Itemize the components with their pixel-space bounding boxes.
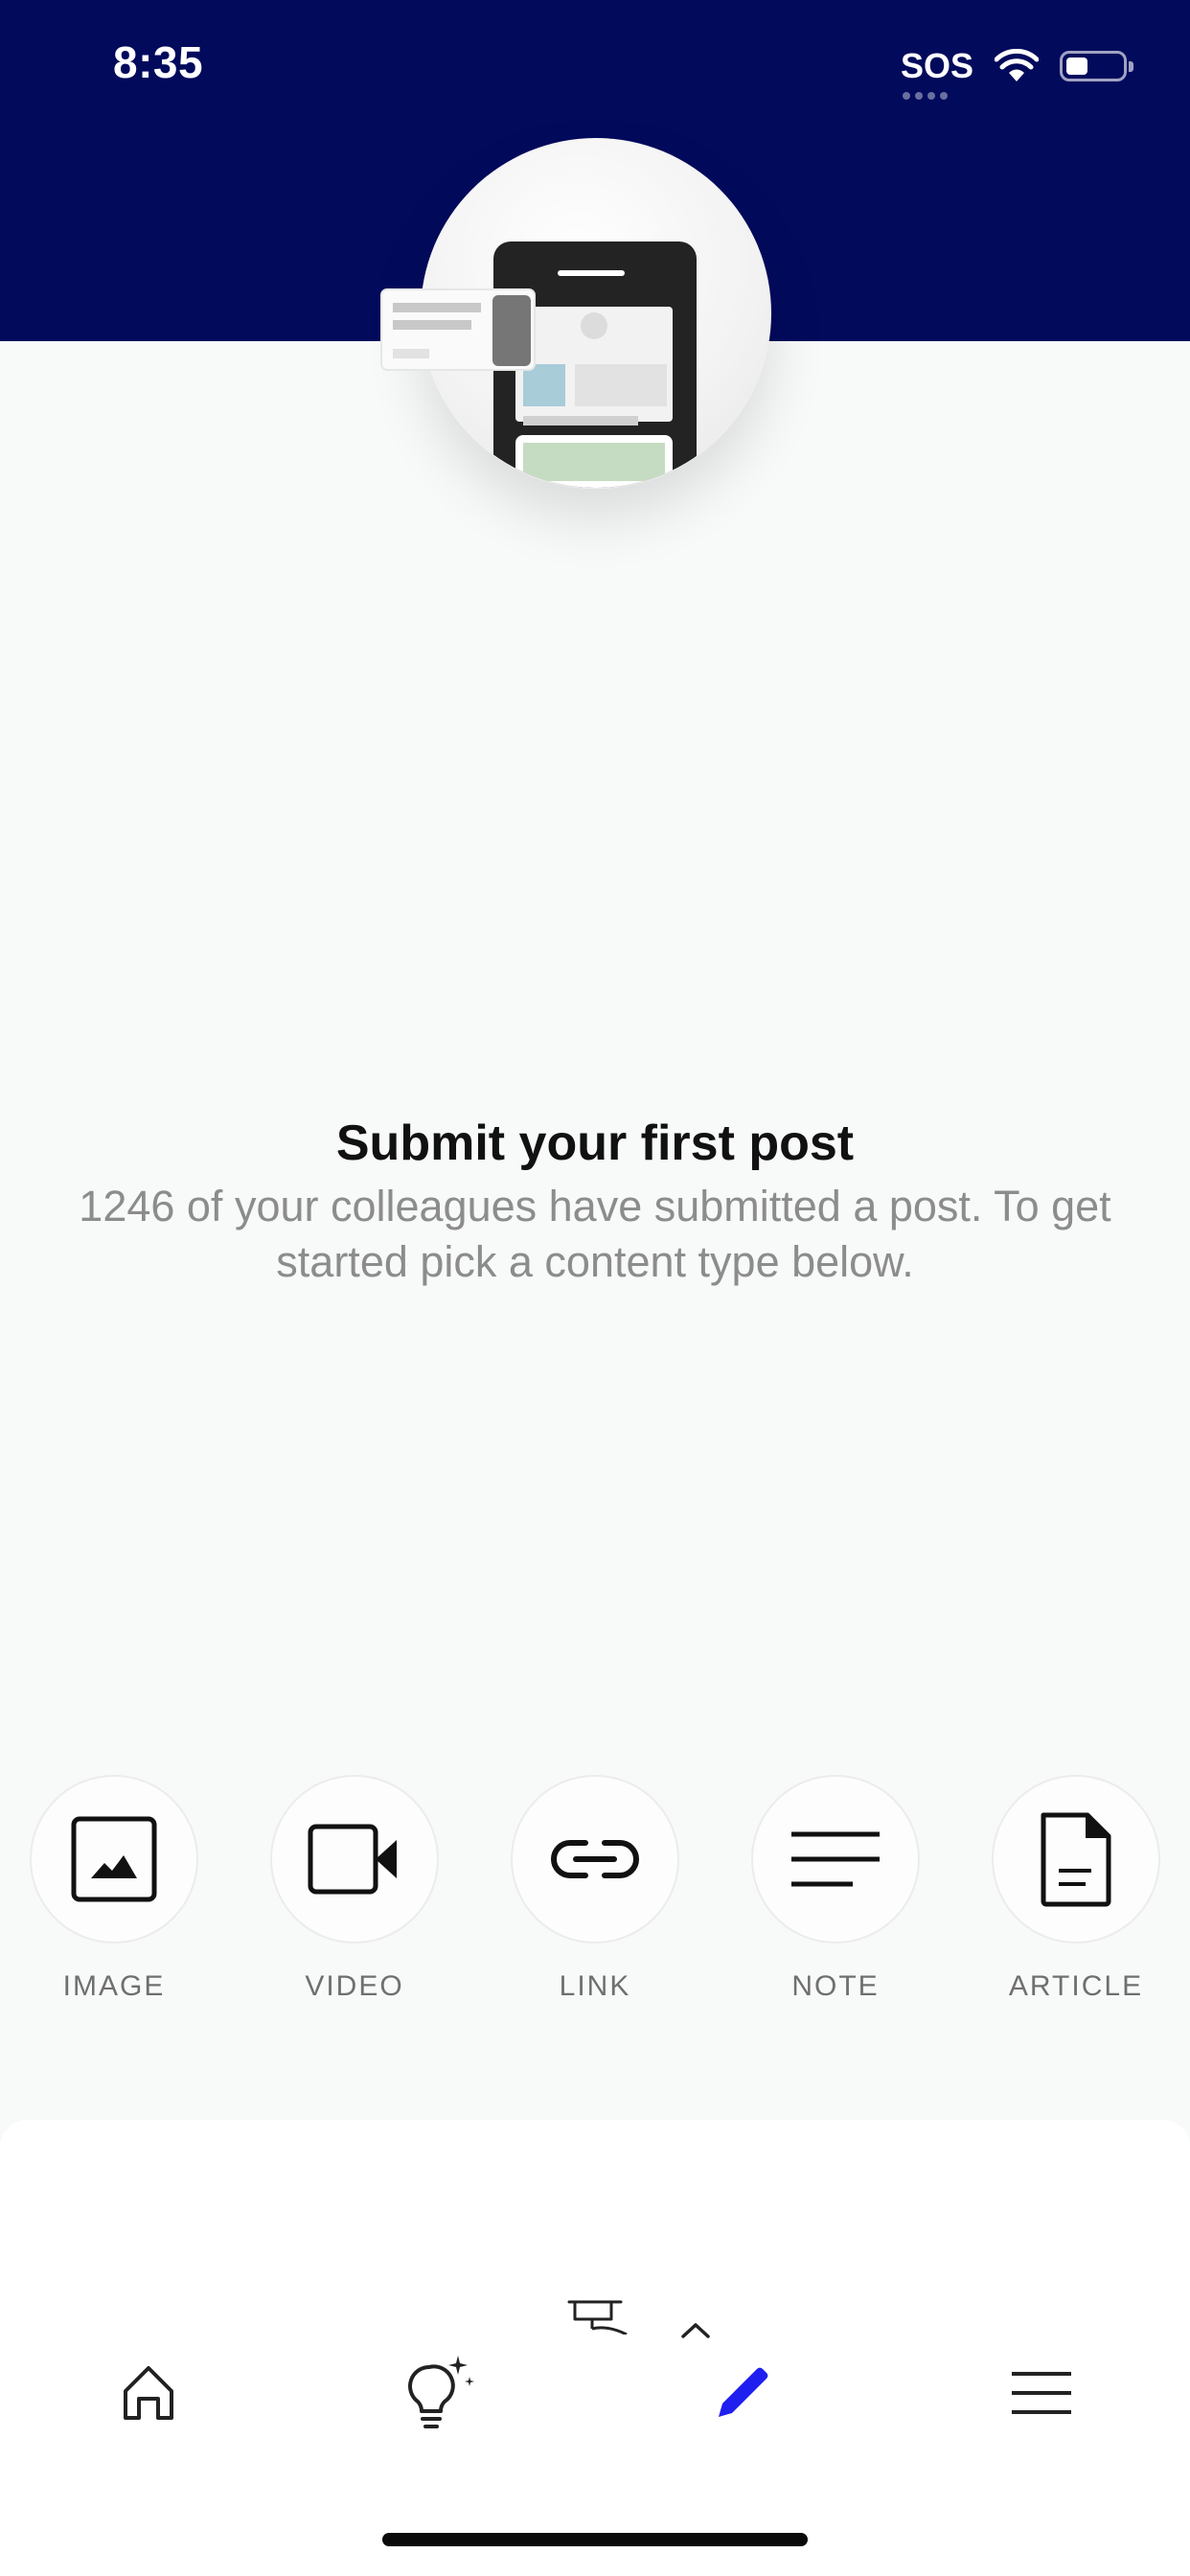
- menu-icon: [1012, 2372, 1071, 2414]
- content-type-note-button[interactable]: NOTE: [749, 1775, 922, 2003]
- wifi-icon: [995, 49, 1039, 81]
- content-type-article-button[interactable]: ARTICLE: [990, 1775, 1162, 2003]
- content-type-label: LINK: [559, 1970, 631, 2002]
- bottom-navigation: [0, 2350, 1190, 2436]
- nav-menu-button[interactable]: [998, 2350, 1085, 2436]
- content-type-image-button[interactable]: IMAGE: [28, 1775, 200, 2003]
- content-type-label: VIDEO: [305, 1970, 404, 2002]
- status-time: 8:35: [113, 37, 204, 87]
- image-icon: [71, 1816, 157, 1902]
- link-icon: [551, 1840, 639, 1878]
- chevron-up-icon[interactable]: [677, 2319, 714, 2342]
- content-type-label: IMAGE: [62, 1970, 166, 2002]
- video-camera-icon: [308, 1824, 397, 1895]
- bottom-sheet: [0, 2120, 1190, 2576]
- empty-state-description: 1246 of your colleagues have submitted a…: [79, 1182, 1111, 1286]
- phone-illustration-icon: [380, 242, 697, 488]
- nav-compose-button[interactable]: [699, 2350, 786, 2436]
- empty-state-title: Submit your first post: [335, 1116, 855, 1171]
- content-type-label: NOTE: [791, 1970, 880, 2002]
- content-type-label: ARTICLE: [1008, 1970, 1144, 2002]
- home-indicator[interactable]: [382, 2533, 808, 2546]
- note-lines-icon: [791, 1831, 880, 1887]
- lightbulb-sparkle-icon: [408, 2356, 474, 2428]
- battery-icon: [1060, 51, 1133, 81]
- status-indicators: SOS: [901, 42, 1133, 100]
- nav-ideas-button[interactable]: [395, 2350, 481, 2436]
- pin-graphic-icon: [567, 2300, 628, 2334]
- content-type-video-button[interactable]: VIDEO: [268, 1775, 441, 2003]
- document-icon: [1041, 1812, 1111, 1907]
- home-icon: [124, 2366, 173, 2420]
- content-type-link-button[interactable]: LINK: [509, 1775, 681, 2003]
- carrier-label: SOS: [901, 46, 973, 100]
- nav-home-button[interactable]: [105, 2350, 192, 2436]
- pencil-icon: [719, 2367, 768, 2417]
- content-type-picker: IMAGE VIDEO LINK NOTE ARTICLE: [0, 1775, 1190, 2005]
